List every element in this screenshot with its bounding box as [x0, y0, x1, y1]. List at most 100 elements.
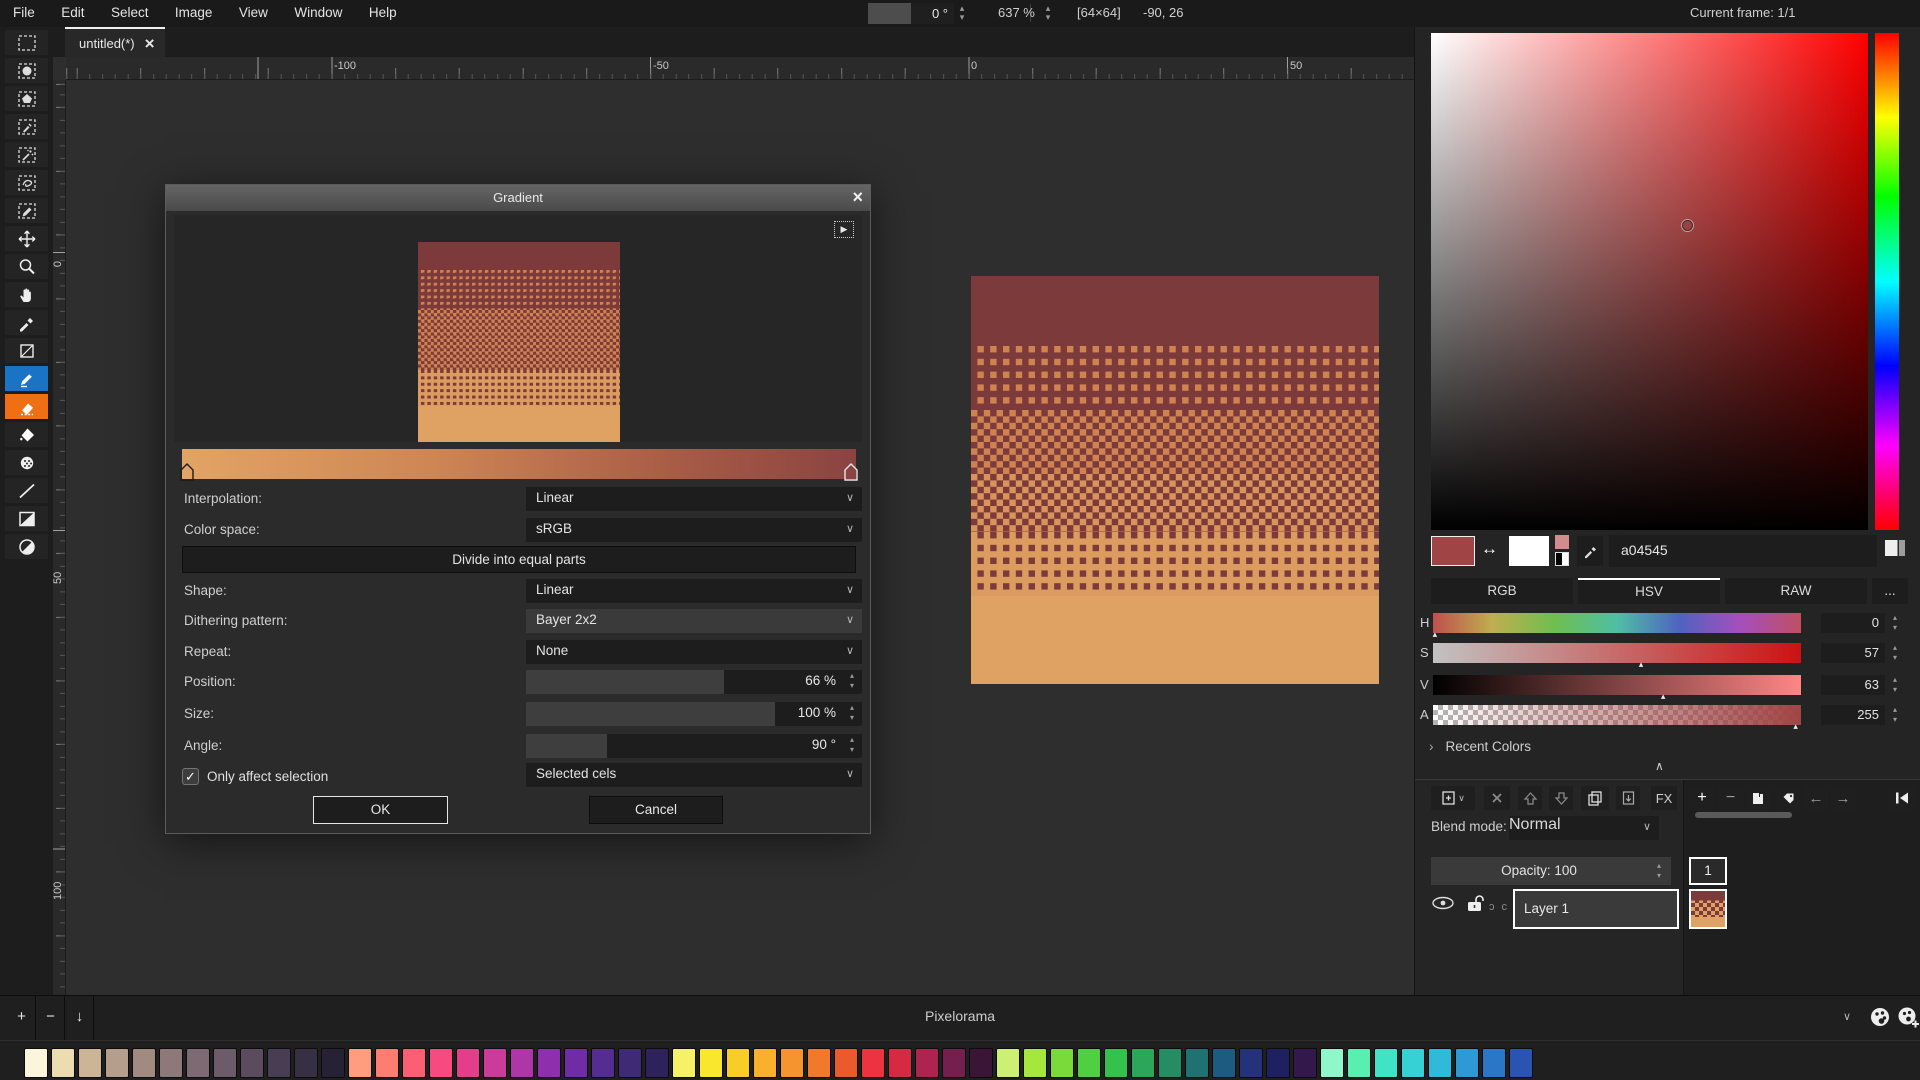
link-cels-toggle[interactable]: ɔ c	[1489, 901, 1509, 913]
primary-color-swatch[interactable]	[1431, 536, 1475, 566]
colorspace-dropdown[interactable]: sRGB ∨	[526, 518, 862, 542]
previous-frame-button[interactable]: ←	[1804, 786, 1828, 810]
tab-more[interactable]: ...	[1872, 578, 1908, 604]
menu-window[interactable]: Window	[283, 0, 353, 20]
mini-color-swatch[interactable]	[1555, 535, 1569, 549]
picker-cursor[interactable]	[1682, 220, 1693, 231]
palette-swatch[interactable]	[726, 1048, 750, 1078]
shading-tool-icon[interactable]	[5, 450, 48, 475]
rotation-spinner[interactable]: ▴▾	[957, 4, 967, 24]
palette-swatch[interactable]	[159, 1048, 183, 1078]
cels-dropdown[interactable]: Selected cels ∨	[526, 763, 862, 787]
zoom-value[interactable]: 637 %	[998, 5, 1035, 20]
palette-swatch[interactable]	[1482, 1048, 1506, 1078]
spinner-arrows[interactable]: ▴▾	[1889, 643, 1901, 663]
frame-number-cell[interactable]: 1	[1689, 857, 1727, 885]
palette-swatch[interactable]	[888, 1048, 912, 1078]
clone-layer-button[interactable]	[1581, 786, 1609, 810]
palette-swatch[interactable]	[375, 1048, 399, 1078]
tab-raw[interactable]: RAW	[1725, 578, 1867, 604]
position-slider[interactable]: 66 % ▴▾	[526, 670, 862, 694]
palette-swatch[interactable]	[1158, 1048, 1182, 1078]
palette-swatch[interactable]	[942, 1048, 966, 1078]
palette-swatch[interactable]	[294, 1048, 318, 1078]
layer-opacity-slider[interactable]: Opacity: 100 ▴▾	[1431, 857, 1671, 885]
alpha-spinbox[interactable]: 255	[1821, 705, 1885, 725]
move-tool-icon[interactable]	[5, 226, 48, 251]
rotation-input[interactable]: 0 °	[868, 3, 954, 24]
palette-swatch[interactable]	[1185, 1048, 1209, 1078]
palette-swatch[interactable]	[429, 1048, 453, 1078]
zoom-spinner[interactable]: ▴▾	[1043, 4, 1053, 24]
layer-row[interactable]: ɔ c Layer 1	[1415, 889, 1920, 931]
crop-tool-icon[interactable]	[5, 338, 48, 363]
palette-swatch[interactable]	[537, 1048, 561, 1078]
size-slider[interactable]: 100 % ▴▾	[526, 702, 862, 726]
copy-frame-button[interactable]	[1746, 786, 1770, 810]
palette-swatch[interactable]	[1050, 1048, 1074, 1078]
palette-swatch[interactable]	[51, 1048, 75, 1078]
palette-swatch[interactable]	[510, 1048, 534, 1078]
spinner-arrows[interactable]: ▴▾	[1653, 861, 1665, 881]
palette-swatch[interactable]	[969, 1048, 993, 1078]
palette-swatch[interactable]	[105, 1048, 129, 1078]
palette-options-icon[interactable]	[1868, 1005, 1893, 1030]
gradient-stop-left[interactable]	[180, 463, 194, 481]
new-palette-icon[interactable]	[1896, 1005, 1920, 1030]
gradient-stop-right[interactable]	[844, 463, 858, 481]
palette-swatch[interactable]	[1509, 1048, 1533, 1078]
spinner-arrows[interactable]: ▴▾	[1889, 613, 1901, 633]
palette-swatch[interactable]	[402, 1048, 426, 1078]
palette-swatch[interactable]	[213, 1048, 237, 1078]
layer-visibility-button[interactable]	[1429, 893, 1457, 918]
palette-swatch[interactable]	[267, 1048, 291, 1078]
slider-cursor[interactable]: ▴	[1661, 691, 1666, 702]
layer-name-field[interactable]: Layer 1	[1513, 889, 1679, 929]
palette-swatch[interactable]	[1131, 1048, 1155, 1078]
hue-strip[interactable]	[1875, 33, 1899, 530]
dialog-close-icon[interactable]: ×	[852, 187, 863, 208]
palette-swatch[interactable]	[240, 1048, 264, 1078]
merge-layer-button[interactable]	[1616, 786, 1640, 810]
saturation-slider[interactable]: ▴	[1433, 643, 1801, 663]
hex-color-input[interactable]: a04545	[1609, 535, 1877, 567]
paint-select-tool-icon[interactable]	[5, 198, 48, 223]
canvas-image[interactable]	[971, 276, 1379, 684]
hue-slider[interactable]: ▴	[1433, 613, 1801, 633]
palette-swatch[interactable]	[996, 1048, 1020, 1078]
palette-swatch[interactable]	[1023, 1048, 1047, 1078]
saturation-spinbox[interactable]: 57	[1821, 643, 1885, 663]
palette-swatch[interactable]	[78, 1048, 102, 1078]
rectangle-select-tool-icon[interactable]	[5, 30, 48, 55]
tab-rgb[interactable]: RGB	[1431, 578, 1573, 604]
palette-swatch[interactable]	[1428, 1048, 1452, 1078]
menu-select[interactable]: Select	[100, 0, 160, 20]
ok-button[interactable]: OK	[313, 796, 448, 824]
only-affect-selection-checkbox[interactable]: ✓	[182, 768, 199, 785]
palette-swatch[interactable]	[645, 1048, 669, 1078]
next-frame-button[interactable]: →	[1831, 786, 1855, 810]
ellipse-select-tool-icon[interactable]	[5, 58, 48, 83]
palette-swatch[interactable]	[132, 1048, 156, 1078]
palette-swatch[interactable]	[915, 1048, 939, 1078]
polygon-select-tool-icon[interactable]	[5, 86, 48, 111]
move-layer-down-button[interactable]	[1549, 786, 1573, 810]
palette-swatch[interactable]	[807, 1048, 831, 1078]
remove-frame-button[interactable]: −	[1718, 786, 1743, 810]
divide-equal-parts-button[interactable]: Divide into equal parts	[182, 546, 856, 573]
value-spinbox[interactable]: 63	[1821, 675, 1885, 695]
slider-cursor[interactable]: ▴	[1793, 721, 1798, 732]
display-mode-icon[interactable]	[1885, 540, 1905, 556]
add-layer-button[interactable]: ∨	[1431, 786, 1475, 810]
palette-swatch[interactable]	[753, 1048, 777, 1078]
layer-lock-button[interactable]	[1465, 893, 1487, 919]
shape-dropdown[interactable]: Linear ∨	[526, 579, 862, 603]
ellipse-tool-icon[interactable]	[5, 534, 48, 559]
menu-view[interactable]: View	[228, 0, 279, 20]
tab-hsv[interactable]: HSV	[1578, 578, 1720, 604]
menu-image[interactable]: Image	[164, 0, 224, 20]
eyedropper-button[interactable]	[1577, 536, 1603, 566]
layer-fx-button[interactable]: FX	[1651, 786, 1677, 810]
palette-swatch[interactable]	[1239, 1048, 1263, 1078]
palette-swatch[interactable]	[1293, 1048, 1317, 1078]
